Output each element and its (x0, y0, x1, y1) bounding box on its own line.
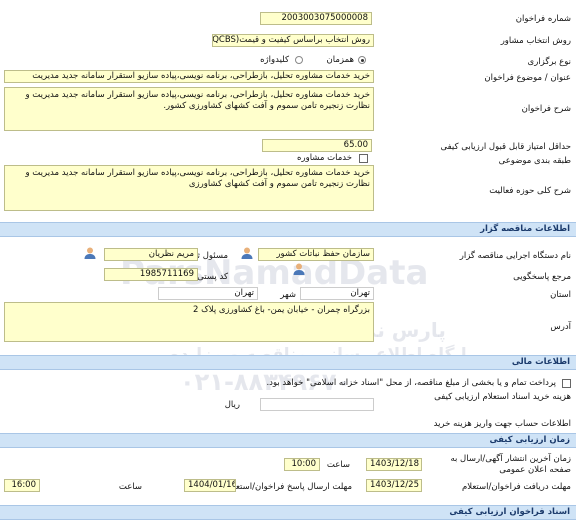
reply-deadline-date-field: 1404/01/16 (184, 479, 236, 492)
type-option-keyword: کلیدواژه (260, 55, 289, 65)
fee-unit: ریال (224, 400, 240, 410)
address-label: آدرس (550, 322, 571, 332)
financial-section-bar: اطلاعات مالی (0, 355, 576, 370)
call-number-label: شماره فراخوان (515, 14, 571, 24)
type-radio-simultaneous[interactable] (358, 56, 366, 64)
province-label: استان (550, 290, 571, 300)
address-field: بزرگراه چمران - خیابان یمن- باغ کشاورزی … (4, 302, 374, 342)
city-label: شهر (280, 290, 296, 300)
documents-section-title: اسناد فراخوان ارزیابی کیفی (449, 507, 570, 517)
description-label: شرح فراخوان (521, 104, 571, 114)
officer-user-icon (84, 247, 96, 259)
org-name-field: سازمان حفظ نباتات کشور (258, 248, 374, 261)
publish-date-field: 1403/12/18 (366, 458, 422, 471)
org-name-label: نام دستگاه اجرایی مناقصه گزار (459, 251, 571, 261)
organizer-section-title: اطلاعات مناقصه گزار (480, 224, 570, 234)
reply-deadline-time-field: 16:00 (4, 479, 40, 492)
fee-label: هزینه خرید اسناد استعلام ارزیابی کیفی (434, 392, 571, 402)
type-label: نوع برگزاری (527, 57, 571, 67)
reference-label: مرجع پاسخگویی (513, 272, 571, 282)
city-field: تهران (158, 287, 258, 300)
activity-field: خرید خدمات مشاوره تحلیل، بازطراحی، برنام… (4, 165, 374, 211)
publish-date-label: زمان آخرین انتشار آگهی/ارسال به صفحه اعل… (450, 454, 571, 475)
category-checkbox[interactable] (359, 154, 368, 163)
fee-field (260, 398, 374, 411)
method-label: روش انتخاب مشاور (500, 36, 571, 46)
publish-time-label: ساعت (326, 460, 350, 470)
schedule-section-title: زمان ارزیابی کیفی (489, 435, 570, 445)
postal-label: کد پستی (197, 272, 228, 282)
province-field: تهران (300, 287, 374, 300)
user-icon (241, 247, 253, 259)
send-deadline-label: مهلت دریافت فراخوان/استعلام (461, 482, 571, 492)
method-field: روش انتخاب براساس کیفیت و قیمت(QCBS) (212, 34, 374, 47)
publish-time-field: 10:00 (284, 458, 320, 471)
organizer-section-bar: اطلاعات مناقصه گزار (0, 222, 576, 237)
financial-section-title: اطلاعات مالی (511, 357, 570, 367)
description-field: خرید خدمات مشاوره تحلیل، بازطراحی، برنام… (4, 87, 374, 131)
documents-section-bar: اسناد فراخوان ارزیابی کیفی (0, 505, 576, 520)
treasury-payment-text: پرداخت تمام و یا بخشی از مبلغ مناقصه، از… (266, 378, 556, 388)
treasury-payment-checkbox[interactable] (562, 379, 571, 388)
reference-user-icon (293, 263, 305, 275)
min-score-label: حداقل امتیاز قابل قبول ارزیابی کیفی (440, 142, 571, 152)
category-value: خدمات مشاوره (297, 153, 352, 163)
category-label: طبقه بندی موضوعی (498, 156, 571, 166)
officer-field: مریم نظریان (104, 248, 198, 261)
account-info-label: اطلاعات حساب جهت واریز هزینه خرید (433, 419, 571, 429)
send-deadline-date-field: 1403/12/25 (366, 479, 422, 492)
call-number-field: 2003003075000008 (260, 12, 372, 25)
reply-time-label: ساعت (118, 482, 142, 492)
reply-deadline-label: مهلت ارسال پاسخ فراخوان/استعلام (225, 482, 352, 492)
type-option-simultaneous: همزمان (326, 55, 354, 65)
title-field: خرید خدمات مشاوره تحلیل، بازطراحی، برنام… (4, 70, 374, 83)
min-score-field: 65.00 (262, 139, 372, 152)
type-radio-keyword[interactable] (295, 56, 303, 64)
postal-field: 1985711169 (104, 268, 198, 281)
title-label: عنوان / موضوع فراخوان (484, 73, 571, 83)
schedule-section-bar: زمان ارزیابی کیفی (0, 433, 576, 448)
activity-label: شرح کلی حوزه فعالیت (489, 186, 571, 196)
